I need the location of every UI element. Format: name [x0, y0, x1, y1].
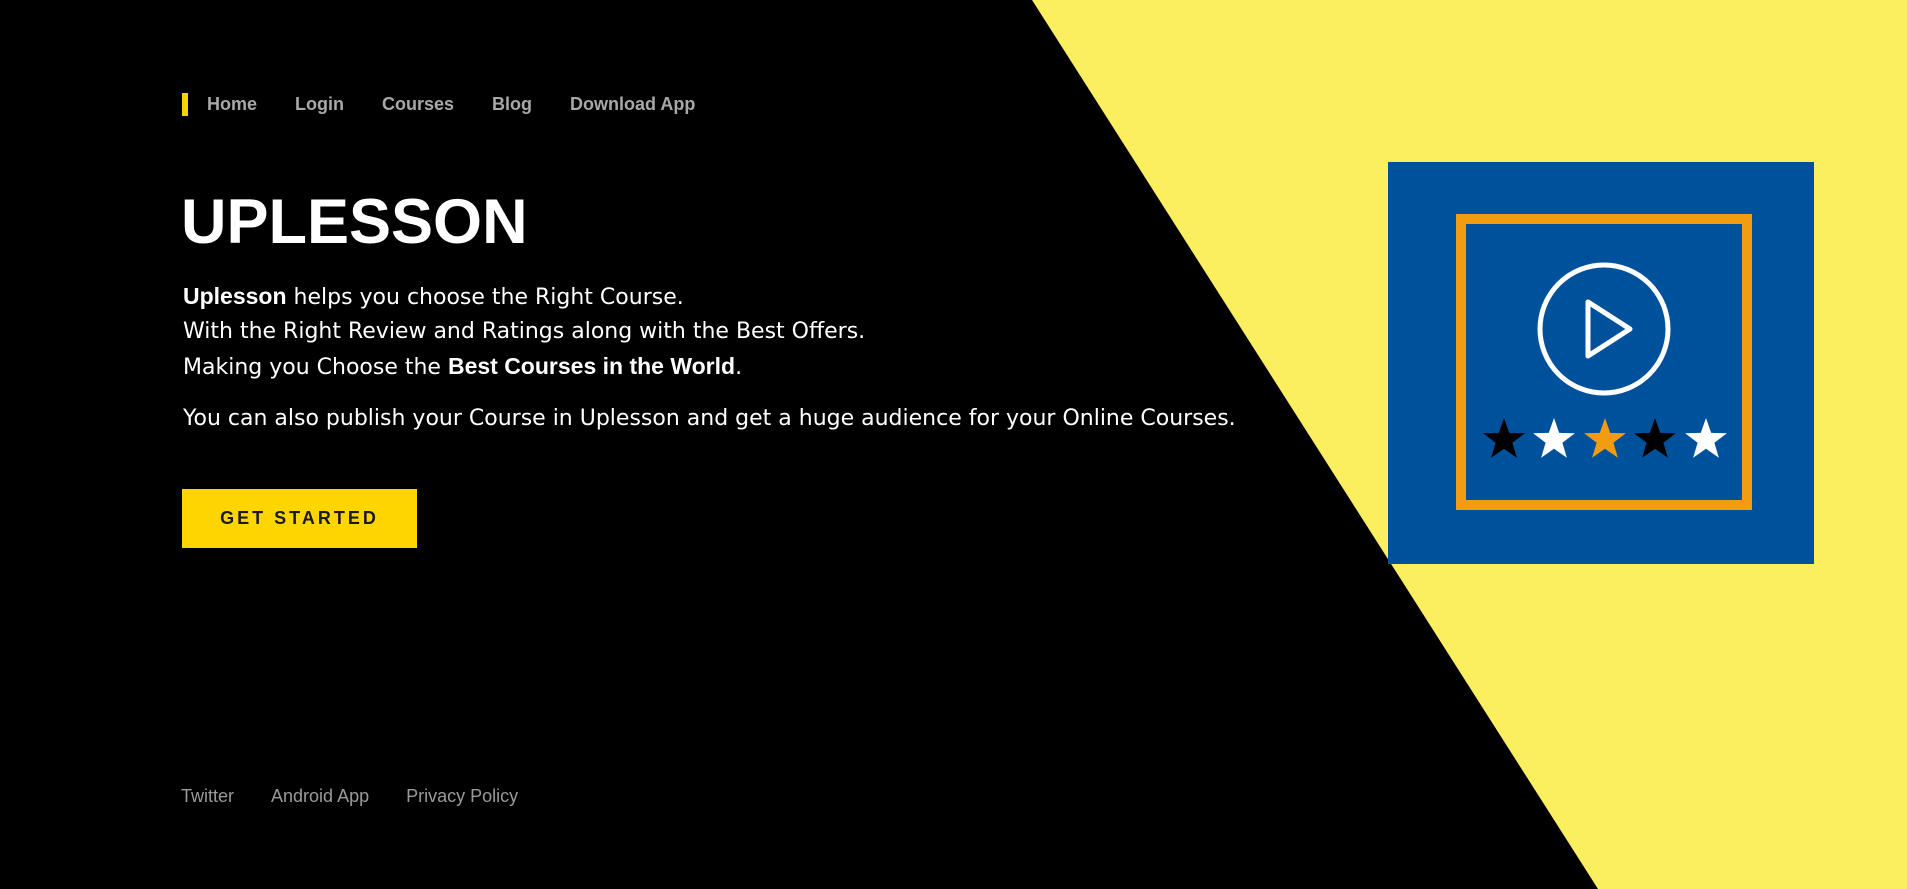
tagline-line3-bold: Best Courses in the World — [447, 353, 736, 379]
footer-link-privacy-policy[interactable]: Privacy Policy — [406, 786, 518, 807]
nav-item-blog[interactable]: Blog — [492, 94, 532, 115]
nav-item-download-app[interactable]: Download App — [570, 94, 695, 115]
brand-name: Uplesson — [183, 283, 287, 309]
tagline-line2-text: With the Right Review and Ratings along … — [183, 319, 866, 344]
nav-item-home[interactable]: Home — [207, 94, 257, 115]
page: Home Login Courses Blog Download App UPL… — [0, 0, 1907, 889]
nav-marker — [182, 93, 188, 116]
get-started-button[interactable]: GET STARTED — [182, 489, 417, 548]
publish-text: You can also publish your Course in Uple… — [183, 406, 1236, 431]
footer-link-twitter[interactable]: Twitter — [181, 786, 234, 807]
top-nav: Home Login Courses Blog Download App — [182, 93, 733, 116]
nav-item-login[interactable]: Login — [295, 94, 344, 115]
page-title: UPLESSON — [181, 187, 528, 257]
hero-tagline: Uplesson helps you choose the Right Cour… — [183, 279, 1233, 385]
nav-item-courses[interactable]: Courses — [382, 94, 454, 115]
footer-link-android-app[interactable]: Android App — [271, 786, 369, 807]
tagline-line3-start: Making you Choose the — [183, 355, 448, 380]
uplesson-logo — [1388, 162, 1814, 564]
footer-links: Twitter Android App Privacy Policy — [181, 786, 555, 807]
tagline-line1-text: helps you choose the Right Course. — [286, 285, 684, 310]
tagline-line3-end: . — [735, 355, 743, 380]
